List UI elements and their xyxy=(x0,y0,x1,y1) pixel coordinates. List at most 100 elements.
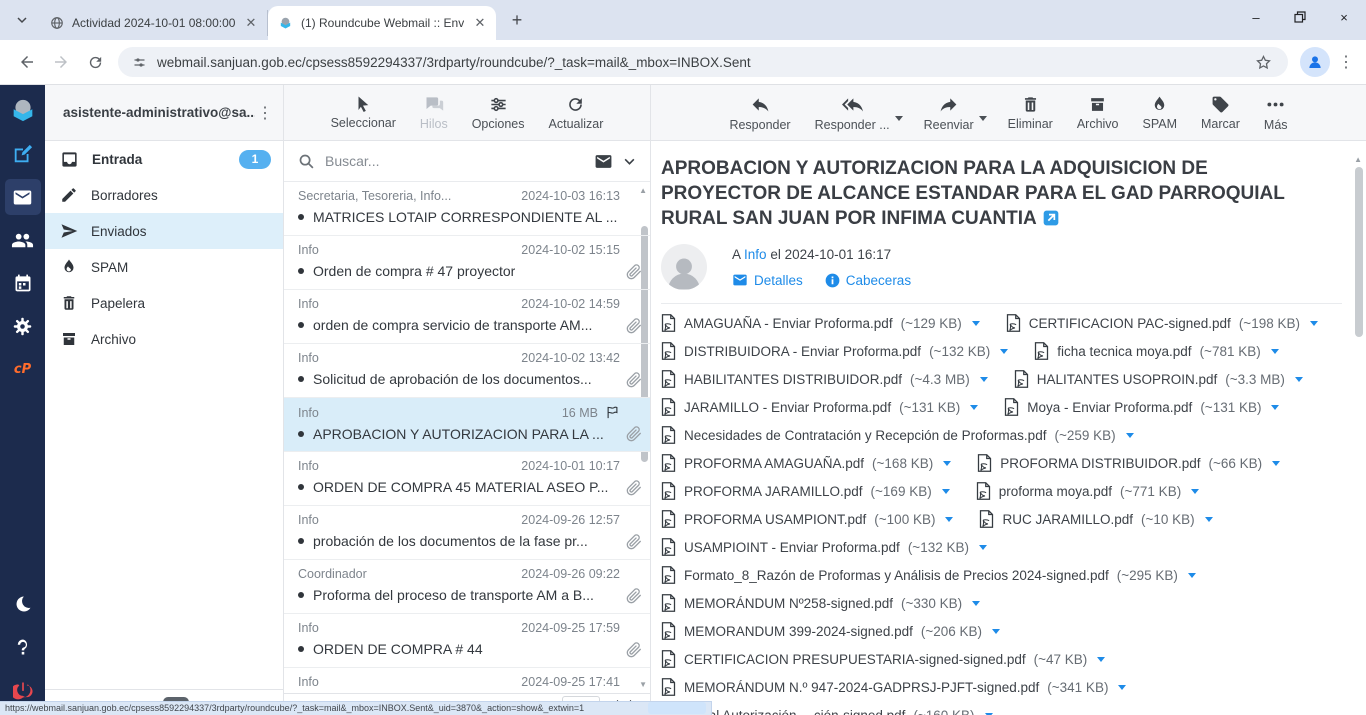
forward-menu-caret[interactable] xyxy=(979,116,987,121)
message-row[interactable]: Info16 MBAPROBACION Y AUTORIZACION PARA … xyxy=(284,398,650,452)
attachment-menu-caret[interactable] xyxy=(979,545,987,550)
attachment-item[interactable]: ficha tecnica moya.pdf(~781 KB) xyxy=(1034,342,1279,360)
attachment-menu-caret[interactable] xyxy=(945,517,953,522)
options-button[interactable]: Opciones xyxy=(472,95,525,131)
forward-button[interactable] xyxy=(44,45,78,79)
folder-borradores[interactable]: Borradores xyxy=(45,177,283,213)
mail-nav-button[interactable] xyxy=(5,179,41,215)
attachment-item[interactable]: JARAMILLO - Enviar Proforma.pdf(~131 KB) xyxy=(661,398,978,416)
settings-nav-button[interactable] xyxy=(5,308,41,344)
calendar-nav-button[interactable] xyxy=(5,265,41,301)
recipient-link[interactable]: Info xyxy=(744,247,767,262)
delete-button[interactable]: Eliminar xyxy=(1008,95,1053,131)
new-tab-button[interactable]: + xyxy=(504,7,530,33)
browser-tab-activity[interactable]: Actividad 2024-10-01 08:00:00 ✕ xyxy=(40,10,268,36)
attachment-item[interactable]: USAMPIOINT - Enviar Proforma.pdf(~132 KB… xyxy=(661,538,987,556)
window-restore-button[interactable] xyxy=(1278,0,1322,34)
attachment-item[interactable]: PROFORMA DISTRIBUIDOR.pdf(~66 KB) xyxy=(977,454,1280,472)
search-input[interactable] xyxy=(325,153,584,169)
message-row[interactable]: Info2024-10-02 14:59orden de compra serv… xyxy=(284,290,650,344)
spam-button[interactable]: SPAM xyxy=(1143,95,1178,131)
message-row[interactable]: Info2024-10-01 10:17ORDEN DE COMPRA 45 M… xyxy=(284,452,650,506)
search-options-chevron-icon[interactable] xyxy=(623,155,636,168)
attachment-item[interactable]: CERTIFICACION PAC-signed.pdf(~198 KB) xyxy=(1006,314,1318,332)
attachment-item[interactable]: Necesidades de Contratación y Recepción … xyxy=(661,426,1134,444)
profile-button[interactable] xyxy=(1300,47,1330,77)
message-row[interactable]: Secretaria, Tesoreria, Info...2024-10-03… xyxy=(284,182,650,236)
attachment-item[interactable]: AMAGUAÑA - Enviar Proforma.pdf(~129 KB) xyxy=(661,314,980,332)
dark-mode-button[interactable] xyxy=(5,586,41,622)
attachment-item[interactable]: MEMORÁNDUM Nº258-signed.pdf(~330 KB) xyxy=(661,594,980,612)
folder-spam[interactable]: SPAM xyxy=(45,249,283,285)
view-scroll-up-icon[interactable]: ▲ xyxy=(1354,155,1362,164)
forward-button-mail[interactable]: Reenviar xyxy=(924,94,974,132)
attachment-menu-caret[interactable] xyxy=(1118,685,1126,690)
message-row[interactable]: Info2024-10-02 13:42Solicitud de aprobac… xyxy=(284,344,650,398)
message-row[interactable]: Coordinador2024-09-26 09:22Proforma del … xyxy=(284,560,650,614)
folder-archivo[interactable]: Archivo xyxy=(45,321,283,357)
message-row[interactable]: Info2024-09-25 17:59ORDEN DE COMPRA # 44 xyxy=(284,614,650,668)
compose-button[interactable] xyxy=(5,136,41,172)
back-button[interactable] xyxy=(10,45,44,79)
attachment-menu-caret[interactable] xyxy=(1191,489,1199,494)
attachment-menu-caret[interactable] xyxy=(1000,349,1008,354)
attachment-menu-caret[interactable] xyxy=(942,489,950,494)
attachment-menu-caret[interactable] xyxy=(1310,321,1318,326)
attachment-menu-caret[interactable] xyxy=(1126,433,1134,438)
attachment-menu-caret[interactable] xyxy=(943,461,951,466)
message-row[interactable]: Info2024-09-25 17:41 xyxy=(284,668,650,693)
window-minimize-button[interactable]: – xyxy=(1234,0,1278,34)
attachment-menu-caret[interactable] xyxy=(1097,657,1105,662)
folder-entrada[interactable]: Entrada 1 xyxy=(45,141,283,177)
attachment-menu-caret[interactable] xyxy=(1188,573,1196,578)
attachment-item[interactable]: HABILITANTES DISTRIBUIDOR.pdf(~4.3 MB) xyxy=(661,370,988,388)
attachment-menu-caret[interactable] xyxy=(970,405,978,410)
attachment-menu-caret[interactable] xyxy=(972,601,980,606)
address-bar[interactable]: webmail.sanjuan.gob.ec/cpsess8592294337/… xyxy=(118,47,1288,77)
attachment-item[interactable]: PROFORMA AMAGUAÑA.pdf(~168 KB) xyxy=(661,454,951,472)
tab-close-icon[interactable]: ✕ xyxy=(243,15,259,31)
reply-all-button[interactable]: Responder ... xyxy=(815,94,890,132)
more-button[interactable]: Más xyxy=(1264,94,1288,132)
attachment-item[interactable]: Moya - Enviar Proforma.pdf(~131 KB) xyxy=(1004,398,1279,416)
refresh-button[interactable]: Actualizar xyxy=(549,95,604,131)
reload-button[interactable] xyxy=(78,45,112,79)
attachment-item[interactable]: Formato_8_Razón de Proformas y Análisis … xyxy=(661,566,1196,584)
attachment-menu-caret[interactable] xyxy=(1271,349,1279,354)
reply-button[interactable]: Responder xyxy=(729,94,790,132)
attachment-item[interactable]: CERTIFICACION PRESUPUESTARIA-signed-sign… xyxy=(661,650,1105,668)
attachment-menu-caret[interactable] xyxy=(1271,405,1279,410)
view-scrollbar-thumb[interactable] xyxy=(1355,167,1363,337)
archive-button[interactable]: Archivo xyxy=(1077,95,1119,131)
attachment-item[interactable]: proforma moya.pdf(~771 KB) xyxy=(976,482,1199,500)
mark-button[interactable]: Marcar xyxy=(1201,95,1240,131)
window-close-button[interactable]: × xyxy=(1322,0,1366,34)
attachment-item[interactable]: HALITANTES USOPROIN.pdf(~3.3 MB) xyxy=(1014,370,1303,388)
tab-close-icon[interactable]: ✕ xyxy=(472,15,488,31)
attachment-item[interactable]: MEMORANDUM 399-2024-signed.pdf(~206 KB) xyxy=(661,622,1000,640)
tab-search-button[interactable] xyxy=(8,6,36,34)
message-row[interactable]: Info2024-10-02 15:15Orden de compra # 47… xyxy=(284,236,650,290)
cpanel-link[interactable]: cP xyxy=(5,351,41,387)
folder-papelera[interactable]: Papelera xyxy=(45,285,283,321)
search-scope-mail-icon[interactable] xyxy=(594,152,613,171)
bookmark-star-button[interactable] xyxy=(1255,54,1272,71)
attachment-menu-caret[interactable] xyxy=(1205,517,1213,522)
reply-all-menu-caret[interactable] xyxy=(895,116,903,121)
select-button[interactable]: Seleccionar xyxy=(331,95,396,130)
attachment-menu-caret[interactable] xyxy=(1295,377,1303,382)
details-link[interactable]: Detalles xyxy=(732,272,803,288)
threads-button[interactable]: Hilos xyxy=(420,94,448,131)
attachment-item[interactable]: PROFORMA USAMPIONT.pdf(~100 KB) xyxy=(661,510,953,528)
browser-menu-button[interactable]: ⋮ xyxy=(1336,52,1356,72)
browser-tab-roundcube[interactable]: (1) Roundcube Webmail :: Envia ✕ xyxy=(268,6,496,40)
attachment-menu-caret[interactable] xyxy=(972,321,980,326)
attachment-item[interactable]: DISTRIBUIDORA - Enviar Proforma.pdf(~132… xyxy=(661,342,1008,360)
open-in-new-window-icon[interactable] xyxy=(1043,210,1059,226)
attachment-item[interactable]: PROFORMA JARAMILLO.pdf(~169 KB) xyxy=(661,482,950,500)
headers-link[interactable]: Cabeceras xyxy=(825,272,911,288)
message-row[interactable]: Info2024-09-26 12:57probación de los doc… xyxy=(284,506,650,560)
attachment-menu-caret[interactable] xyxy=(980,377,988,382)
contacts-nav-button[interactable] xyxy=(5,222,41,258)
help-button[interactable] xyxy=(5,629,41,665)
